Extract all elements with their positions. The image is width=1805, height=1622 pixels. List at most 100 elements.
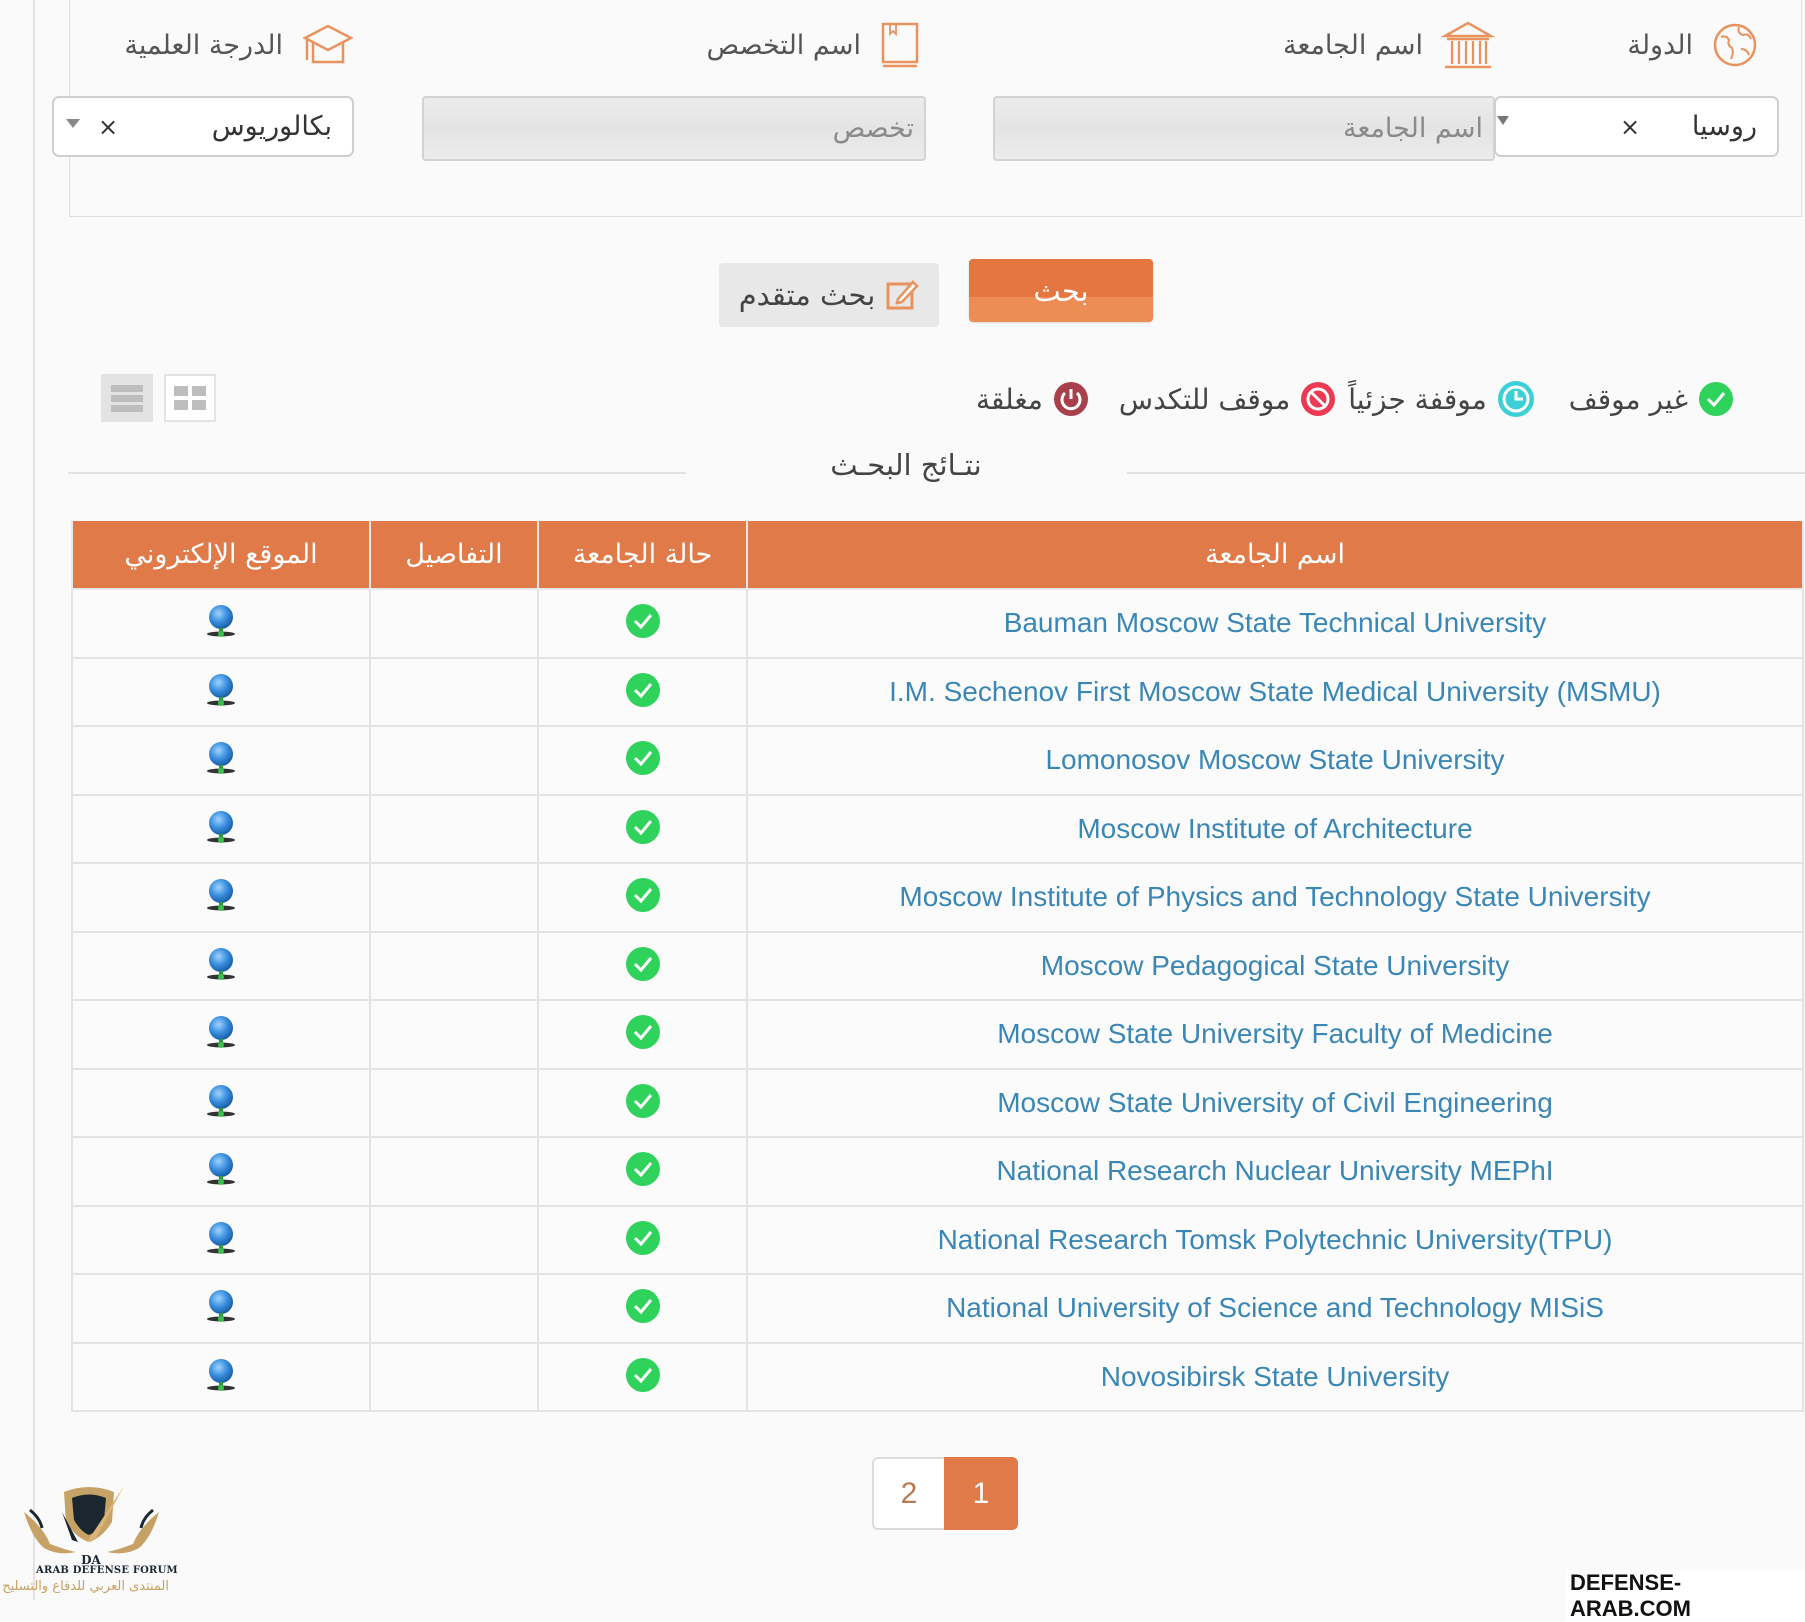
website-cell: [71, 1273, 371, 1344]
university-link[interactable]: Bauman Moscow State Technical University: [1004, 607, 1547, 638]
column-header-website[interactable]: الموقع الإلكتروني: [71, 521, 371, 590]
specialty-input[interactable]: تخصص: [422, 96, 926, 161]
status-cell: [537, 588, 748, 659]
country-clear-icon[interactable]: ×: [1616, 113, 1644, 141]
country-select[interactable]: روسيا ×: [1494, 96, 1779, 157]
website-globe-icon[interactable]: [204, 1220, 238, 1256]
column-header-details[interactable]: التفاصيل: [369, 521, 539, 590]
page-button-1-current[interactable]: 1: [944, 1457, 1018, 1530]
table-row: I.M. Sechenov First Moscow State Medical…: [71, 656, 1804, 727]
website-globe-icon[interactable]: [204, 603, 238, 639]
edit-icon: [886, 280, 920, 310]
check-circle-icon: [625, 672, 660, 707]
status-cell: [537, 1136, 748, 1207]
university-link[interactable]: Lomonosov Moscow State University: [1045, 744, 1504, 775]
advanced-search-button[interactable]: بحث متقدم: [719, 263, 939, 327]
university-select[interactable]: اسم الجامعة: [993, 96, 1509, 161]
website-globe-icon[interactable]: [204, 1357, 238, 1393]
university-label: اسم الجامعة: [1282, 21, 1495, 69]
list-view-button[interactable]: [101, 374, 153, 422]
details-cell: [369, 656, 539, 727]
status-cell: [537, 1204, 748, 1275]
status-cell: [537, 1067, 748, 1138]
search-button[interactable]: بحث: [969, 259, 1153, 322]
university-link[interactable]: Novosibirsk State University: [1101, 1361, 1450, 1392]
website-globe-icon[interactable]: [204, 1083, 238, 1119]
details-cell: [369, 930, 539, 1001]
legend-label: موقفة جزئياً: [1348, 382, 1487, 416]
university-link[interactable]: National Research Nuclear University MEP…: [996, 1155, 1553, 1186]
country-label-text: الدولة: [1627, 29, 1693, 61]
university-name-cell: Novosibirsk State University: [746, 1341, 1804, 1412]
arab-defense-forum-logo: DA ARAB DEFENSE FORUM المنتدى العربي للد…: [2, 1478, 178, 1596]
website-globe-icon[interactable]: [204, 877, 238, 913]
university-dropdown-caret-icon[interactable]: [1497, 116, 1509, 125]
website-cell: [71, 1204, 371, 1275]
university-name-cell: Moscow Pedagogical State University: [746, 930, 1804, 1001]
details-cell: [369, 588, 539, 659]
website-cell: [71, 1341, 371, 1412]
page-button-2[interactable]: 2: [872, 1457, 944, 1530]
university-link[interactable]: National Research Tomsk Polytechnic Univ…: [938, 1224, 1613, 1255]
website-globe-icon[interactable]: [204, 672, 238, 708]
table-row: National Research Nuclear University MEP…: [71, 1136, 1804, 1207]
university-link[interactable]: Moscow State University of Civil Enginee…: [997, 1087, 1553, 1118]
degree-label: الدرجة العلمية: [124, 22, 355, 68]
website-globe-icon[interactable]: [204, 1288, 238, 1324]
university-name-cell: National Research Tomsk Polytechnic Univ…: [746, 1204, 1804, 1275]
column-header-status[interactable]: حالة الجامعة: [537, 521, 748, 590]
table-row: National Research Tomsk Polytechnic Univ…: [71, 1204, 1804, 1275]
table-row: Lomonosov Moscow State University: [71, 725, 1804, 796]
details-cell: [369, 1273, 539, 1344]
website-cell: [71, 793, 371, 864]
specialty-label-text: اسم التخصص: [706, 29, 861, 61]
website-globe-icon[interactable]: [204, 740, 238, 776]
results-divider-left: [68, 472, 686, 474]
university-link[interactable]: Moscow Institute of Physics and Technolo…: [899, 881, 1650, 912]
degree-label-text: الدرجة العلمية: [124, 29, 283, 61]
details-cell: [369, 1341, 539, 1412]
university-link[interactable]: Moscow State University Faculty of Medic…: [997, 1018, 1553, 1049]
university-label-text: اسم الجامعة: [1282, 29, 1423, 61]
power-icon: [1053, 382, 1088, 416]
logo-arabic-text: المنتدى العربي للدفاع والتسليح: [2, 1579, 169, 1594]
logo-english-text: ARAB DEFENSE FORUM: [36, 1565, 178, 1576]
details-cell: [369, 1067, 539, 1138]
search-button-label: بحث: [1033, 273, 1089, 308]
university-name-cell: National University of Science and Techn…: [746, 1273, 1804, 1344]
university-link[interactable]: Moscow Pedagogical State University: [1041, 950, 1509, 981]
table-row: Novosibirsk State University: [71, 1341, 1804, 1412]
website-cell: [71, 999, 371, 1070]
grid-view-button[interactable]: [164, 374, 216, 422]
table-row: Moscow State University of Civil Enginee…: [71, 1067, 1804, 1138]
university-link[interactable]: Moscow Institute of Architecture: [1077, 813, 1472, 844]
check-circle-icon: [625, 809, 660, 844]
degree-clear-icon[interactable]: ×: [94, 113, 122, 141]
status-cell: [537, 1273, 748, 1344]
website-cell: [71, 725, 371, 796]
university-link[interactable]: National University of Science and Techn…: [946, 1292, 1604, 1323]
university-link[interactable]: I.M. Sechenov First Moscow State Medical…: [889, 676, 1661, 707]
table-row: National University of Science and Techn…: [71, 1273, 1804, 1344]
list-view-icon: [111, 385, 143, 412]
university-name-cell: Moscow State University of Civil Enginee…: [746, 1067, 1804, 1138]
degree-select[interactable]: بكالوريوس ×: [52, 96, 354, 157]
status-legend: غير موقف موقفة جزئياً موقف للتكدس مغلقة: [976, 374, 1734, 424]
website-globe-icon[interactable]: [204, 1014, 238, 1050]
status-cell: [537, 793, 748, 864]
column-header-university-name[interactable]: اسم الجامعة: [746, 521, 1804, 590]
degree-dropdown-caret-icon[interactable]: [66, 119, 80, 128]
check-circle-icon: [625, 946, 660, 981]
website-cell: [71, 588, 371, 659]
site-watermark: DEFENSE-ARAB.COM: [1566, 1570, 1805, 1622]
website-globe-icon[interactable]: [204, 809, 238, 845]
university-name-cell: Moscow Institute of Physics and Technolo…: [746, 862, 1804, 933]
university-name-cell: Moscow Institute of Architecture: [746, 793, 1804, 864]
website-globe-icon[interactable]: [204, 1151, 238, 1187]
website-globe-icon[interactable]: [204, 946, 238, 982]
table-row: Bauman Moscow State Technical University: [71, 588, 1804, 659]
check-circle-icon: [625, 604, 660, 639]
university-placeholder: اسم الجامعة: [1342, 113, 1483, 144]
details-cell: [369, 862, 539, 933]
table-row: Moscow State University Faculty of Medic…: [71, 999, 1804, 1070]
